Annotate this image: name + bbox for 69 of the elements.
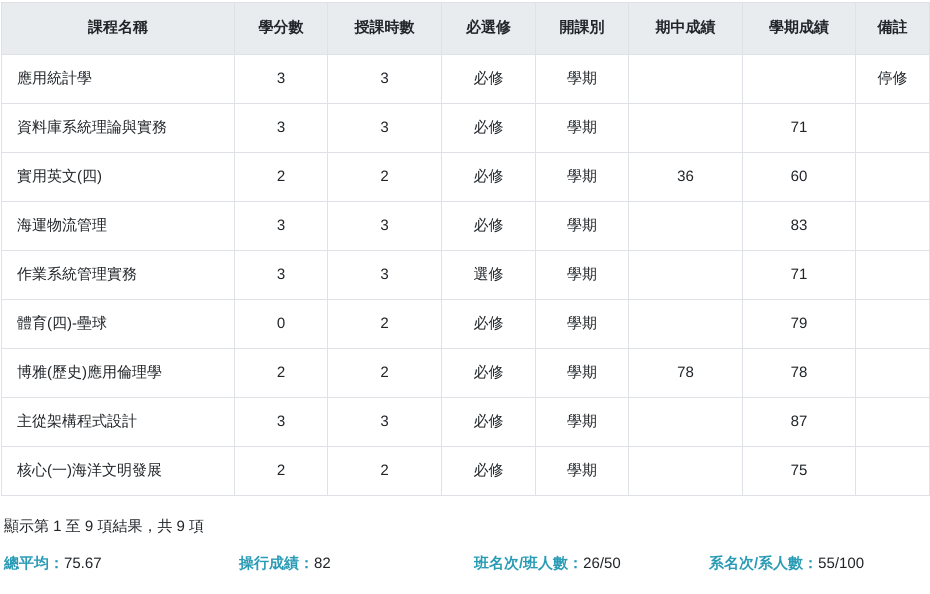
table-cell: 學期	[536, 104, 628, 152]
table-cell: 學期	[536, 202, 628, 250]
summary-stat: 操行成績：82	[239, 554, 331, 572]
table-cell: 78	[742, 348, 856, 398]
table-cell: 博雅(歷史)應用倫理學	[2, 348, 234, 398]
table-cell: 75	[742, 446, 856, 496]
summary-stat: 系名次/系人數：55/100	[709, 554, 864, 572]
table-info: 顯示第 1 至 9 項結果，共 9 項	[4, 517, 206, 537]
table-cell: 3	[328, 54, 442, 104]
table-cell: 學期	[536, 300, 628, 348]
table-cell: 2	[328, 152, 442, 202]
table-cell: 選修	[442, 250, 536, 300]
table-cell: 主從架構程式設計	[2, 398, 234, 446]
column-header: 課程名稱	[2, 2, 234, 54]
table-cell: 3	[328, 398, 442, 446]
summary-stat: 總平均：75.67	[4, 554, 102, 572]
table-cell: 71	[742, 104, 856, 152]
table-cell: 3	[234, 202, 328, 250]
table-cell: 學期	[536, 250, 628, 300]
table-cell: 作業系統管理實務	[2, 250, 234, 300]
table-cell: 0	[234, 300, 328, 348]
column-header: 期中成績	[628, 2, 742, 54]
table-cell: 3	[234, 54, 328, 104]
table-cell: 79	[742, 300, 856, 348]
table-cell: 資料庫系統理論與實務	[2, 104, 234, 152]
table-cell: 36	[628, 152, 742, 202]
table-cell: 必修	[442, 54, 536, 104]
summary-stat: 班名次/班人數：26/50	[474, 554, 621, 572]
table-cell: 學期	[536, 446, 628, 496]
table-cell: 71	[742, 250, 856, 300]
table-cell: 必修	[442, 348, 536, 398]
table-cell: 體育(四)-壘球	[2, 300, 234, 348]
table-cell: 3	[234, 250, 328, 300]
table-cell: 3	[328, 250, 442, 300]
table-cell: 海運物流管理	[2, 202, 234, 250]
table-cell: 必修	[442, 152, 536, 202]
table-cell: 實用英文(四)	[2, 152, 234, 202]
table-cell: 83	[742, 202, 856, 250]
column-header: 授課時數	[328, 2, 442, 54]
column-header: 學期成績	[742, 2, 856, 54]
table-cell: 學期	[536, 152, 628, 202]
table-cell: 核心(一)海洋文明發展	[2, 446, 234, 496]
table-cell: 2	[328, 348, 442, 398]
table-cell: 2	[328, 300, 442, 348]
table-cell: 2	[234, 446, 328, 496]
column-header: 學分數	[234, 2, 328, 54]
table-cell: 必修	[442, 398, 536, 446]
table-cell: 停修	[856, 54, 930, 104]
table-cell: 78	[628, 348, 742, 398]
table-cell: 必修	[442, 446, 536, 496]
column-header: 開課別	[536, 2, 628, 54]
table-cell: 2	[234, 152, 328, 202]
table-cell: 必修	[442, 202, 536, 250]
column-header: 備註	[856, 2, 930, 54]
table-cell: 學期	[536, 54, 628, 104]
column-header: 必選修	[442, 2, 536, 54]
table-cell: 60	[742, 152, 856, 202]
table-cell: 2	[328, 446, 442, 496]
table-cell: 學期	[536, 398, 628, 446]
table-cell: 應用統計學	[2, 54, 234, 104]
table-cell: 3	[234, 398, 328, 446]
table-cell: 87	[742, 398, 856, 446]
table-cell: 必修	[442, 104, 536, 152]
table-cell: 學期	[536, 348, 628, 398]
table-cell: 3	[328, 202, 442, 250]
table-cell: 2	[234, 348, 328, 398]
table-cell: 3	[328, 104, 442, 152]
table-cell: 必修	[442, 300, 536, 348]
table-cell: 3	[234, 104, 328, 152]
